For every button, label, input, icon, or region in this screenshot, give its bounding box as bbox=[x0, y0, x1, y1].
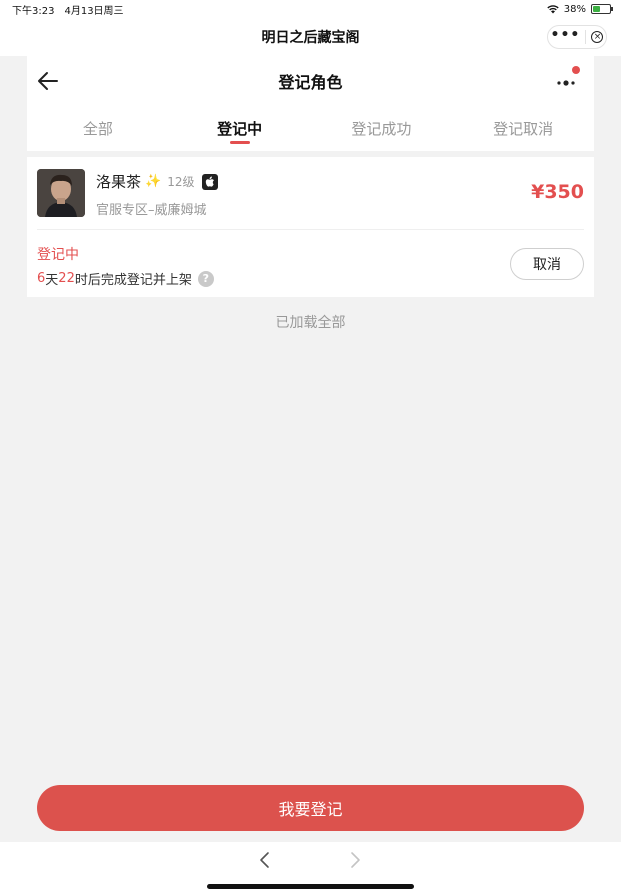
capsule-menu: ••• × bbox=[547, 25, 607, 49]
page-header: 登记角色 bbox=[27, 56, 594, 106]
registration-status: 登记中 bbox=[37, 247, 79, 263]
apple-icon bbox=[202, 173, 219, 190]
miniprogram-title-bar: 明日之后藏宝阁 ••• × bbox=[0, 18, 621, 56]
battery-percent: 38% bbox=[563, 3, 586, 15]
sparkle-icon: ✨ bbox=[145, 174, 162, 189]
character-level: 12级 bbox=[167, 175, 195, 189]
capsule-divider bbox=[585, 30, 587, 44]
card-bottom: 登记中 6 天 22 时后完成登记并上架 ? 取消 bbox=[37, 230, 584, 297]
close-miniprogram-icon[interactable]: × bbox=[591, 31, 604, 43]
remaining-days: 6 bbox=[37, 271, 46, 286]
browser-nav-bar bbox=[0, 842, 621, 894]
header-panel: 登记角色 全部 登记中 登记成功 登记取消 bbox=[27, 56, 594, 151]
nav-forward-icon[interactable] bbox=[347, 850, 363, 870]
character-name: 洛果茶 bbox=[96, 173, 142, 191]
wifi-icon bbox=[547, 4, 559, 13]
list-footer: 已加载全部 bbox=[275, 315, 346, 331]
status-time: 下午3:23 bbox=[12, 5, 55, 17]
miniprogram-title: 明日之后藏宝阁 bbox=[261, 30, 360, 46]
status-date: 4月13日周三 bbox=[64, 5, 124, 17]
home-indicator[interactable] bbox=[207, 884, 414, 889]
tab-registered[interactable]: 登记成功 bbox=[311, 106, 453, 150]
card-top: 洛果茶 ✨ 12级 官服专区–威廉姆城 ¥350 bbox=[37, 157, 584, 230]
status-bar: 下午3:23 4月13日周三 38% bbox=[0, 0, 621, 18]
character-card[interactable]: 洛果茶 ✨ 12级 官服专区–威廉姆城 ¥350 登记中 6 天 22 时后完成… bbox=[27, 157, 594, 297]
tab-registering[interactable]: 登记中 bbox=[169, 106, 311, 150]
tab-all[interactable]: 全部 bbox=[27, 106, 169, 150]
price: ¥350 bbox=[531, 181, 584, 203]
page-title: 登记角色 bbox=[278, 73, 343, 92]
register-button[interactable]: 我要登记 bbox=[37, 785, 584, 831]
header-more-button[interactable] bbox=[556, 66, 582, 90]
help-icon[interactable]: ? bbox=[197, 270, 214, 287]
battery-icon bbox=[591, 4, 613, 14]
notification-dot bbox=[572, 66, 580, 74]
character-name-row: 洛果茶 ✨ 12级 bbox=[96, 171, 219, 192]
nav-back-icon[interactable] bbox=[257, 850, 273, 870]
remaining-hours: 22 bbox=[58, 271, 75, 286]
remaining-days-unit: 天 bbox=[45, 273, 59, 288]
server-name: 官服专区–威廉姆城 bbox=[96, 203, 207, 218]
more-options-icon[interactable]: ••• bbox=[551, 28, 581, 42]
back-arrow-icon[interactable] bbox=[37, 70, 59, 92]
remaining-time: 6 天 22 时后完成登记并上架 ? bbox=[37, 269, 214, 288]
remaining-suffix: 时后完成登记并上架 bbox=[74, 273, 192, 288]
character-portrait-icon bbox=[37, 169, 85, 217]
character-avatar bbox=[37, 169, 85, 217]
tab-cancelled[interactable]: 登记取消 bbox=[452, 106, 594, 150]
status-tabs: 全部 登记中 登记成功 登记取消 bbox=[27, 106, 594, 150]
cancel-button[interactable]: 取消 bbox=[510, 248, 584, 280]
